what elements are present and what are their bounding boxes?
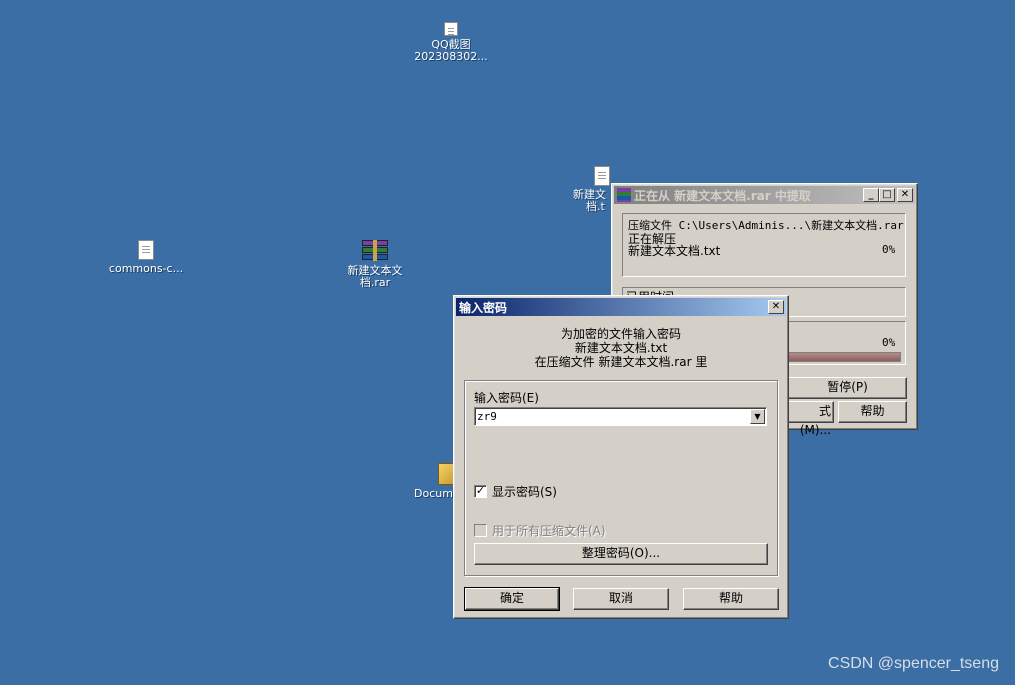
close-button[interactable]: ✕	[897, 188, 913, 202]
help-button[interactable]: 帮助	[838, 401, 907, 423]
desktop-icon-rar-archive[interactable]: 新建文本文 档.rar	[336, 240, 414, 289]
help-button[interactable]: 帮助	[683, 588, 779, 610]
dialog-title: 输入密码	[459, 300, 508, 315]
prompt-archive-line: 在压缩文件 新建文本文档.rar 里	[534, 355, 708, 369]
prompt-message: 为加密的文件输入密码 新建文本文档.txt 在压缩文件 新建文本文档.rar 里	[454, 327, 788, 369]
use-for-all-label: 用于所有压缩文件(A)	[492, 524, 606, 538]
password-dialog-titlebar[interactable]: 输入密码 ✕	[456, 298, 786, 316]
pause-button[interactable]: 暂停(P)	[788, 377, 907, 399]
extract-window-titlebar[interactable]: 正在从 新建文本文档.rar 中提取 _ □ ✕	[614, 186, 915, 204]
password-dialog: 输入密码 ✕ 为加密的文件输入密码 新建文本文档.txt 在压缩文件 新建文本文…	[453, 295, 789, 619]
watermark: CSDN @spencer_tseng	[828, 655, 999, 672]
cancel-button[interactable]: 取消	[573, 588, 669, 610]
use-for-all-archives-checkbox[interactable]: 用于所有压缩文件(A)	[474, 522, 606, 539]
desktop-icon-qq-screenshot[interactable]: QQ截图 202308302...	[408, 22, 494, 63]
java-file-icon	[138, 240, 154, 260]
checkbox-unchecked-icon	[474, 524, 487, 537]
desktop-icon-documents[interactable]: Documen	[410, 463, 467, 500]
window-title: 正在从 新建文本文档.rar 中提取	[634, 188, 811, 203]
desktop-icon-commons[interactable]: commons-c...	[104, 240, 188, 275]
icon-label: 档.rar	[359, 276, 391, 289]
minimize-button[interactable]: _	[863, 188, 879, 202]
text-file-icon	[594, 166, 610, 186]
ok-button[interactable]: 确定	[464, 587, 560, 611]
icon-label: 202308302...	[414, 50, 488, 63]
total-progress-bar	[788, 352, 901, 362]
password-combobox[interactable]: ▼	[474, 407, 767, 426]
total-progress-percent: 0%	[882, 336, 896, 349]
checkbox-checked-icon: ✓	[474, 484, 487, 498]
image-file-icon	[444, 22, 458, 36]
icon-label: commons-c...	[108, 262, 184, 275]
prompt-line: 为加密的文件输入密码	[560, 327, 681, 341]
prompt-file-name: 新建文本文档.txt	[574, 341, 668, 355]
close-button[interactable]: ✕	[768, 300, 784, 314]
password-input[interactable]	[477, 409, 747, 424]
show-password-label: 显示密码(S)	[492, 485, 557, 499]
winrar-archive-icon	[362, 240, 388, 262]
file-progress-percent: 0%	[882, 243, 896, 256]
mode-button[interactable]: 式(M)...	[788, 401, 834, 437]
icon-label: Documen	[414, 487, 467, 500]
winrar-app-icon	[617, 188, 631, 202]
organize-passwords-button[interactable]: 整理密码(O)...	[474, 543, 768, 565]
dropdown-arrow-icon[interactable]: ▼	[750, 409, 765, 424]
current-file-name: 新建文本文档.txt	[628, 244, 721, 258]
show-password-checkbox[interactable]: ✓ 显示密码(S)	[474, 483, 557, 500]
password-label: 输入密码(E)	[474, 391, 539, 405]
maximize-button[interactable]: □	[879, 188, 895, 202]
